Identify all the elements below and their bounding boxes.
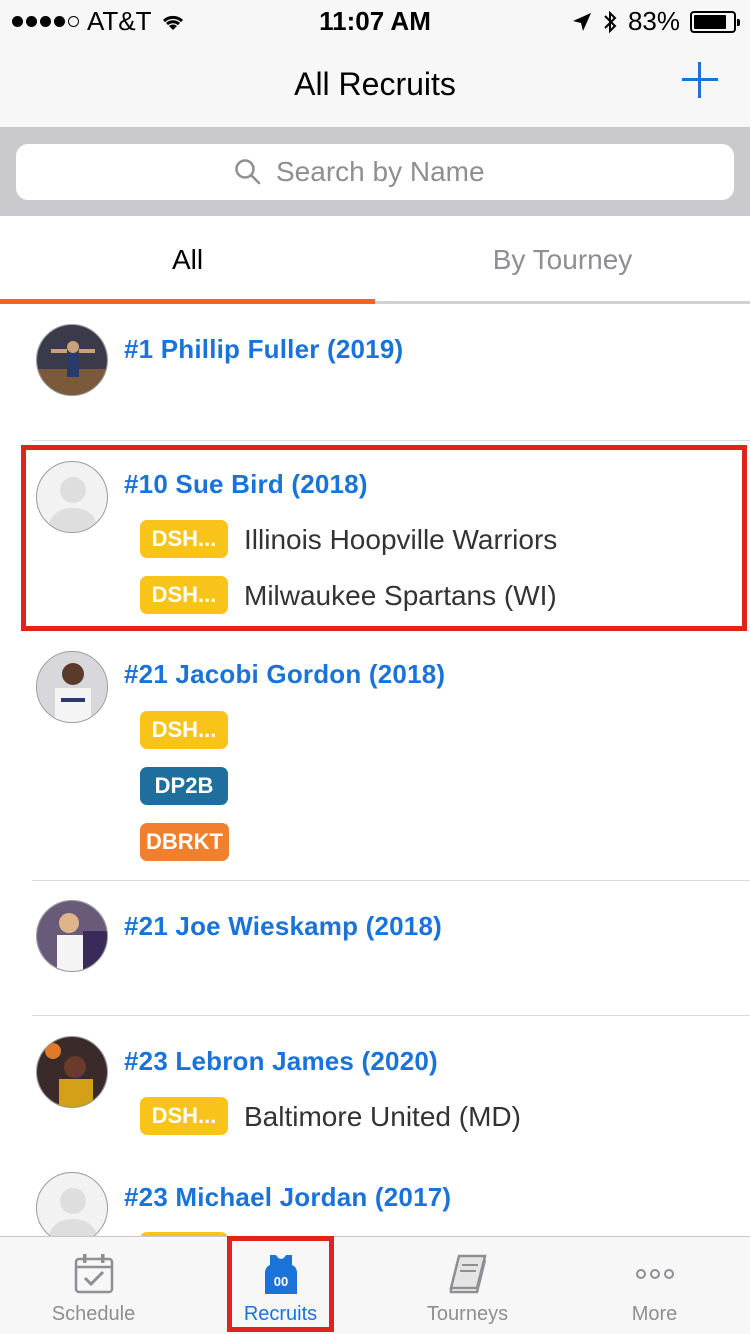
team-name: Illinois Hoopville Warriors [244,524,558,555]
tab-schedule[interactable]: Schedule [0,1237,187,1334]
segment-tabs: All By Tourney [0,216,750,304]
team-name: Milwaukee Spartans (WI) [244,580,557,611]
avatar [36,900,108,972]
add-recruit-button[interactable] [680,60,720,100]
tab-recruits-label: Recruits [243,1303,318,1325]
tab-by-tourney[interactable]: By Tourney [375,216,750,304]
tag-badge[interactable]: DSH... [140,520,228,558]
recruit-name[interactable]: #23 Lebron James (2020) [124,1046,438,1077]
list-item[interactable]: #10 Sue Bird (2018) DSH... Illinois Hoop… [0,441,750,637]
list-item[interactable]: #1 Phillip Fuller (2019) [0,304,750,441]
team-name: Baltimore United (MD) [244,1101,521,1132]
bottom-tab-bar: Schedule 00 Recruits Tourneys More [0,1236,750,1334]
navigation-bar: All Recruits [0,40,750,128]
tab-tourneys-label: Tourneys [426,1303,509,1325]
avatar [36,651,108,723]
avatar [36,324,108,396]
search-box[interactable] [16,144,734,200]
avatar-placeholder [36,461,108,533]
tag-badge[interactable]: DSH... [140,576,228,614]
list-item[interactable]: #23 Michael Jordan (2017) [0,1152,750,1236]
book-icon [449,1254,487,1294]
tag-badge[interactable]: DSH... [140,711,228,749]
tag-badge[interactable]: DP2B [140,767,228,805]
more-dots-icon [636,1269,674,1279]
avatar [36,1036,108,1108]
recruit-name[interactable]: #1 Phillip Fuller (2019) [124,334,403,365]
recruit-name[interactable]: #23 Michael Jordan (2017) [124,1182,451,1213]
tab-all-label: All [171,244,204,275]
jersey-number: 00 [274,1274,288,1289]
tab-schedule-label: Schedule [51,1303,136,1325]
battery-percent: 83% [627,6,680,36]
search-bar-container [0,128,750,216]
page-title: All Recruits [294,66,456,102]
tab-more[interactable]: More [561,1237,748,1334]
list-item[interactable]: #23 Lebron James (2020) DSH... Baltimore… [0,1016,750,1152]
list-item[interactable]: #21 Jacobi Gordon (2018) DSH... DP2B DBR… [0,637,750,881]
tab-tourneys[interactable]: Tourneys [374,1237,561,1334]
list-item[interactable]: #21 Joe Wieskamp (2018) [0,881,750,1016]
status-right: 83% [572,6,740,37]
recruit-name[interactable]: #10 Sue Bird (2018) [124,469,368,500]
battery-icon [690,10,740,33]
jersey-icon: 00 [265,1255,297,1294]
search-icon [235,159,261,185]
recruit-name[interactable]: #21 Joe Wieskamp (2018) [124,911,442,942]
recruit-name[interactable]: #21 Jacobi Gordon (2018) [124,659,445,690]
tab-by-tourney-label: By Tourney [492,244,633,275]
tag-badge[interactable]: DSH... [140,1097,228,1135]
tag-badge[interactable]: DBRKT [140,823,229,861]
recruit-list[interactable]: #1 Phillip Fuller (2019) #10 Sue Bird (2… [0,304,750,1236]
search-input[interactable] [276,156,516,188]
location-arrow-icon [572,12,591,31]
status-bar: AT&T 11:07 AM 83% [0,0,750,40]
calendar-check-icon [74,1254,114,1294]
avatar-placeholder [36,1172,108,1236]
bluetooth-icon [604,10,617,33]
tab-recruits[interactable]: 00 Recruits [187,1237,374,1334]
tab-more-label: More [631,1303,678,1325]
tab-all[interactable]: All [0,216,375,304]
